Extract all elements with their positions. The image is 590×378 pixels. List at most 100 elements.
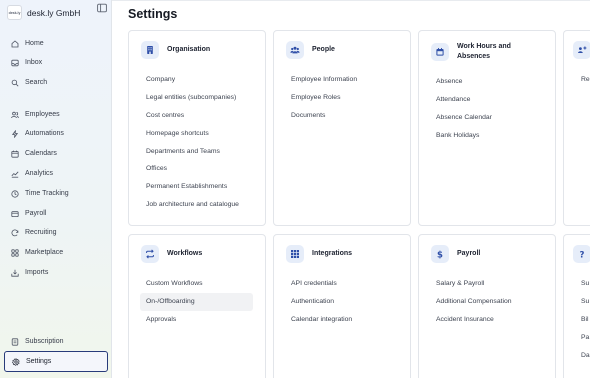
link-authentication[interactable]: Authentication	[285, 293, 398, 311]
link-employee-roles[interactable]: Employee Roles	[285, 89, 398, 107]
sidebar-item-employees[interactable]: Employees	[4, 106, 108, 123]
card-links: Su Su Bil Pa Da	[576, 275, 590, 364]
card-header	[573, 41, 590, 59]
link-partial-5[interactable]: Da	[576, 346, 590, 364]
sidebar-toggle-icon[interactable]	[97, 3, 107, 13]
link-absence-calendar[interactable]: Absence Calendar	[430, 109, 543, 127]
sidebar-item-label: Automations	[25, 130, 64, 137]
sidebar-item-label: Analytics	[25, 170, 54, 177]
card-links: API credentials Authentication Calendar …	[285, 275, 398, 328]
card-title: Organisation	[167, 46, 211, 53]
sidebar-item-label: Payroll	[25, 210, 47, 217]
link-permanent-establishments[interactable]: Permanent Establishments	[140, 178, 253, 196]
link-attendance[interactable]: Attendance	[430, 91, 543, 109]
recruiting-icon	[573, 41, 590, 59]
card-links: Absence Attendance Absence Calendar Bank…	[430, 73, 543, 144]
link-calendar-integration[interactable]: Calendar integration	[285, 311, 398, 329]
link-bank-holidays[interactable]: Bank Holidays	[430, 126, 543, 144]
link-documents[interactable]: Documents	[285, 107, 398, 125]
card-links: Custom Workflows On-/Offboarding Approva…	[140, 275, 253, 328]
card-work-hours-absences: Work Hours and Absences Absence Attendan…	[418, 30, 556, 226]
card-header: People	[286, 41, 407, 59]
sidebar-item-automations[interactable]: Automations	[4, 125, 108, 142]
sidebar-item-label: Search	[25, 79, 48, 86]
sidebar-item-marketplace[interactable]: Marketplace	[4, 244, 108, 261]
card-header: ?	[573, 245, 590, 263]
gear-icon	[12, 357, 20, 366]
sidebar-item-time-tracking[interactable]: Time Tracking	[4, 185, 108, 202]
card-header: Organisation	[141, 41, 262, 59]
svg-text:?: ?	[580, 250, 585, 259]
sidebar-item-payroll[interactable]: Payroll	[4, 205, 108, 222]
building-icon	[141, 41, 159, 59]
wallet-icon	[11, 210, 19, 217]
company-switcher[interactable]: desk.ly desk.ly GmbH	[7, 4, 105, 21]
sidebar-item-home[interactable]: Home	[4, 35, 108, 52]
sidebar-item-inbox[interactable]: Inbox	[4, 54, 108, 71]
link-partial-2[interactable]: Su	[576, 293, 590, 311]
top-divider	[112, 0, 590, 1]
card-organisation: Organisation Company Legal entities (sub…	[128, 30, 266, 226]
home-icon	[11, 39, 19, 47]
people-icon	[286, 41, 304, 59]
card-workflows: Workflows Custom Workflows On-/Offboardi…	[128, 234, 266, 378]
link-partial-3[interactable]: Bil	[576, 311, 590, 329]
sidebar-item-search[interactable]: Search	[4, 74, 108, 91]
import-icon	[11, 269, 19, 277]
link-cost-centres[interactable]: Cost centres	[140, 107, 253, 125]
card-header: $ Payroll	[431, 245, 552, 263]
sidebar-item-label: Recruiting	[25, 229, 57, 236]
link-on-offboarding[interactable]: On-/Offboarding	[140, 292, 253, 311]
sidebar-item-calendars[interactable]: Calendars	[4, 145, 108, 162]
dollar-icon: $	[431, 245, 449, 263]
link-partial-1[interactable]: Su	[576, 275, 590, 293]
sidebar-item-subscription[interactable]: Subscription	[4, 333, 108, 350]
sidebar-item-analytics[interactable]: Analytics	[4, 165, 108, 182]
link-api-credentials[interactable]: API credentials	[285, 275, 398, 293]
calendar-icon	[431, 43, 449, 61]
search-icon	[11, 79, 19, 86]
link-salary-payroll[interactable]: Salary & Payroll	[430, 275, 543, 293]
company-name: desk.ly GmbH	[27, 7, 81, 18]
link-partial-4[interactable]: Pa	[576, 328, 590, 346]
card-recruiting-partial: Re	[563, 30, 590, 226]
calendar-icon	[11, 150, 19, 158]
card-title: People	[312, 46, 335, 53]
link-job-architecture[interactable]: Job architecture and catalogue	[140, 196, 253, 214]
card-links: Re	[576, 71, 590, 89]
sidebar-item-label: Calendars	[25, 150, 57, 157]
sidebar: desk.ly desk.ly GmbH Home Inbox Search E…	[0, 0, 112, 378]
card-title: Integrations	[312, 250, 353, 257]
link-custom-workflows[interactable]: Custom Workflows	[140, 275, 253, 293]
link-departments-teams[interactable]: Departments and Teams	[140, 142, 253, 160]
sidebar-item-imports[interactable]: Imports	[4, 264, 108, 281]
card-header: Workflows	[141, 245, 262, 263]
link-accident-insurance[interactable]: Accident Insurance	[430, 311, 543, 329]
link-absence[interactable]: Absence	[430, 73, 543, 91]
link-approvals[interactable]: Approvals	[140, 311, 253, 329]
page-title: Settings	[128, 7, 178, 21]
sidebar-item-recruiting[interactable]: Recruiting	[4, 224, 108, 241]
inbox-icon	[11, 59, 19, 66]
link-additional-compensation[interactable]: Additional Compensation	[430, 293, 543, 311]
card-integrations: Integrations API credentials Authenticat…	[273, 234, 411, 378]
link-employee-information[interactable]: Employee Information	[285, 71, 398, 89]
card-links: Salary & Payroll Additional Compensation…	[430, 275, 543, 328]
link-company[interactable]: Company	[140, 71, 253, 89]
recruiting-icon	[11, 229, 19, 236]
sidebar-item-label: Settings	[26, 358, 52, 365]
sidebar-item-label: Marketplace	[25, 249, 64, 256]
help-icon: ?	[573, 245, 590, 263]
sidebar-item-label: Employees	[25, 111, 60, 118]
receipt-icon	[11, 337, 19, 346]
card-header: Integrations	[286, 245, 407, 263]
link-legal-entities[interactable]: Legal entities (subcompanies)	[140, 89, 253, 107]
grid-icon	[11, 248, 19, 257]
sidebar-item-settings[interactable]: Settings	[4, 351, 108, 372]
lightning-icon	[12, 129, 18, 138]
link-offices[interactable]: Offices	[140, 160, 253, 178]
link-recruiting-partial[interactable]: Re	[576, 71, 590, 89]
grid-icon	[286, 245, 304, 263]
link-homepage-shortcuts[interactable]: Homepage shortcuts	[140, 124, 253, 142]
card-title: Payroll	[457, 250, 481, 257]
